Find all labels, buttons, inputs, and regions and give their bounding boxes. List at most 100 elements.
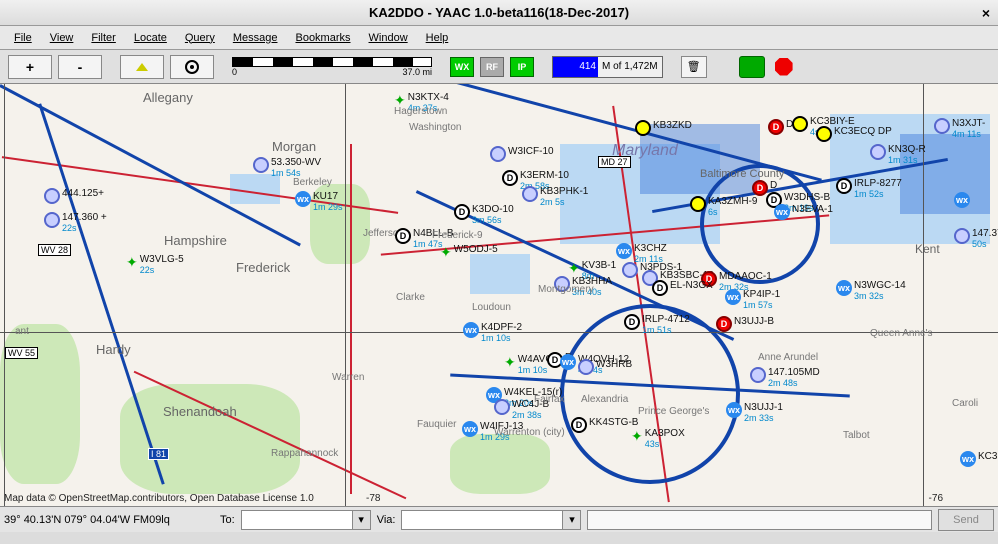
- station-marker: Fairfax: [534, 394, 565, 405]
- statusbar: 39° 40.13'N 079° 04.04'W FM09lq To: ▾ Vi…: [0, 506, 998, 532]
- station-marker: ant: [15, 326, 29, 337]
- station-marker[interactable]: W3HRB: [578, 359, 632, 375]
- menu-window[interactable]: Window: [361, 29, 416, 47]
- menu-locate[interactable]: Locate: [126, 29, 175, 47]
- menu-message[interactable]: Message: [225, 29, 286, 47]
- station-marker: Warrenton (city): [494, 427, 565, 438]
- station-marker: Clarke: [396, 292, 425, 303]
- menu-filter[interactable]: Filter: [83, 29, 123, 47]
- station-marker[interactable]: 147.375-K50s: [954, 228, 998, 249]
- station-marker: Fauquier: [417, 419, 456, 430]
- station-marker: Hampshire: [164, 233, 227, 248]
- station-marker: Caroli: [952, 398, 978, 409]
- menubar: FileViewFilterLocateQueryMessageBookmark…: [0, 26, 998, 50]
- station-marker: Hardy: [96, 342, 131, 357]
- ip-toggle[interactable]: IP: [510, 57, 534, 77]
- send-button[interactable]: Send: [938, 509, 994, 531]
- station-marker[interactable]: 444.125+: [44, 188, 104, 204]
- station-marker: Rappahannock: [271, 448, 338, 459]
- menu-help[interactable]: Help: [418, 29, 457, 47]
- station-marker[interactable]: ✦W5ODJ-5: [440, 244, 498, 261]
- station-marker: Shenandoah: [163, 404, 237, 419]
- station-marker[interactable]: DN3UJJ-B: [716, 316, 774, 332]
- station-marker[interactable]: ✦W3VLG-522s: [126, 254, 184, 275]
- station-marker[interactable]: N3XJT-4m 11s: [934, 118, 985, 139]
- rf-toggle[interactable]: RF: [480, 57, 504, 77]
- station-marker[interactable]: KC3ECQ DP: [816, 126, 892, 142]
- station-marker[interactable]: DIRLP-82771m 52s: [836, 178, 902, 199]
- station-marker: Frederick: [236, 260, 290, 275]
- station-marker[interactable]: 147.105MD2m 48s: [750, 367, 820, 388]
- zoom-in-button[interactable]: +: [8, 55, 52, 79]
- station-marker[interactable]: wxKC3: [960, 451, 997, 467]
- wx-toggle[interactable]: WX: [450, 57, 474, 77]
- station-marker: Warren: [332, 372, 364, 383]
- station-marker[interactable]: 147.360 +22s: [44, 212, 107, 233]
- station-marker: Queen Anne's: [870, 328, 933, 339]
- chevron-down-icon[interactable]: ▾: [352, 511, 370, 529]
- map-attribution: Map data © OpenStreetMap.contributors, O…: [4, 493, 314, 504]
- station-marker: Washington: [409, 122, 461, 133]
- menu-view[interactable]: View: [42, 29, 82, 47]
- station-marker[interactable]: DD: [768, 119, 793, 135]
- station-marker: Frederick-9: [432, 230, 483, 241]
- house-icon: [136, 63, 148, 71]
- station-marker[interactable]: DEL-N3GX: [652, 280, 713, 296]
- trash-icon: 🗑: [687, 60, 701, 73]
- target-icon: [185, 60, 199, 74]
- station-marker: Prince George's: [638, 406, 709, 417]
- station-marker[interactable]: wxKU171m 29s: [295, 191, 343, 212]
- cursor-coords: 39° 40.13'N 079° 04.04'W FM09lq: [4, 514, 214, 526]
- go-button[interactable]: [739, 56, 765, 78]
- station-marker[interactable]: wxN3UJJ-12m 33s: [726, 402, 783, 423]
- zoom-out-button[interactable]: -: [58, 55, 102, 79]
- station-marker[interactable]: W3ICF-10: [490, 146, 554, 162]
- station-marker[interactable]: 53.350-WV1m 54s: [253, 157, 321, 178]
- station-marker[interactable]: wxK3CHZ2m 11s: [616, 243, 667, 264]
- station-marker: Morgan: [272, 139, 316, 154]
- station-marker: Alexandria: [581, 394, 628, 405]
- menu-bookmarks[interactable]: Bookmarks: [287, 29, 358, 47]
- message-input[interactable]: [587, 510, 932, 530]
- station-marker[interactable]: wxN3EVA-1: [774, 204, 833, 220]
- station-marker: Talbot: [843, 430, 870, 441]
- to-input[interactable]: [242, 511, 352, 529]
- via-combo[interactable]: ▾: [401, 510, 581, 530]
- station-marker[interactable]: DIRLP-47121m 51s: [624, 314, 690, 335]
- station-marker[interactable]: DK3DO-103m 56s: [454, 204, 514, 225]
- station-marker[interactable]: wxN3WGC-143m 32s: [836, 280, 906, 301]
- county-label: Baltimore County: [700, 168, 784, 180]
- to-label: To:: [220, 514, 235, 526]
- toolbar: + - 037.0 mi WX RF IP 414 M of 1,472M 🗑: [0, 50, 998, 84]
- via-label: Via:: [377, 514, 396, 526]
- menu-query[interactable]: Query: [177, 29, 223, 47]
- station-marker[interactable]: KB3ZKD: [635, 120, 692, 136]
- station-marker[interactable]: DKK4STG-B: [571, 417, 638, 433]
- close-icon[interactable]: ×: [982, 5, 990, 21]
- window-titlebar: KA2DDO - YAAC 1.0-beta116(18-Dec-2017) ×: [0, 0, 998, 26]
- map-canvas[interactable]: Maryland Baltimore County Kent Map data …: [0, 84, 998, 506]
- station-marker[interactable]: ✦KA3POX43s: [631, 428, 685, 449]
- station-marker: Berkeley: [293, 177, 332, 188]
- trash-button[interactable]: 🗑: [681, 56, 707, 78]
- menu-file[interactable]: File: [6, 29, 40, 47]
- station-marker: Loudoun: [472, 302, 511, 313]
- window-title: KA2DDO - YAAC 1.0-beta116(18-Dec-2017): [369, 5, 629, 20]
- center-button[interactable]: [170, 55, 214, 79]
- station-marker[interactable]: wxKP4IP-11m 57s: [725, 289, 780, 310]
- station-marker[interactable]: KN3Q-R1m 31s: [870, 144, 926, 165]
- lon-label: -78: [366, 493, 380, 504]
- station-marker[interactable]: KB3PHK-12m 5s: [522, 186, 588, 207]
- station-marker[interactable]: wx: [954, 192, 972, 208]
- to-combo[interactable]: ▾: [241, 510, 371, 530]
- station-marker: Montgomery: [538, 284, 594, 295]
- station-marker[interactable]: wxK4DPF-21m 10s: [463, 322, 522, 343]
- station-marker[interactable]: KA3ZMH-96s: [690, 196, 757, 217]
- stop-button[interactable]: [771, 56, 797, 78]
- station-marker: Allegany: [143, 90, 193, 105]
- lon-label: -76: [929, 493, 943, 504]
- via-input[interactable]: [402, 511, 562, 529]
- chevron-down-icon[interactable]: ▾: [562, 511, 580, 529]
- station-marker: Anne Arundel: [758, 352, 818, 363]
- home-button[interactable]: [120, 55, 164, 79]
